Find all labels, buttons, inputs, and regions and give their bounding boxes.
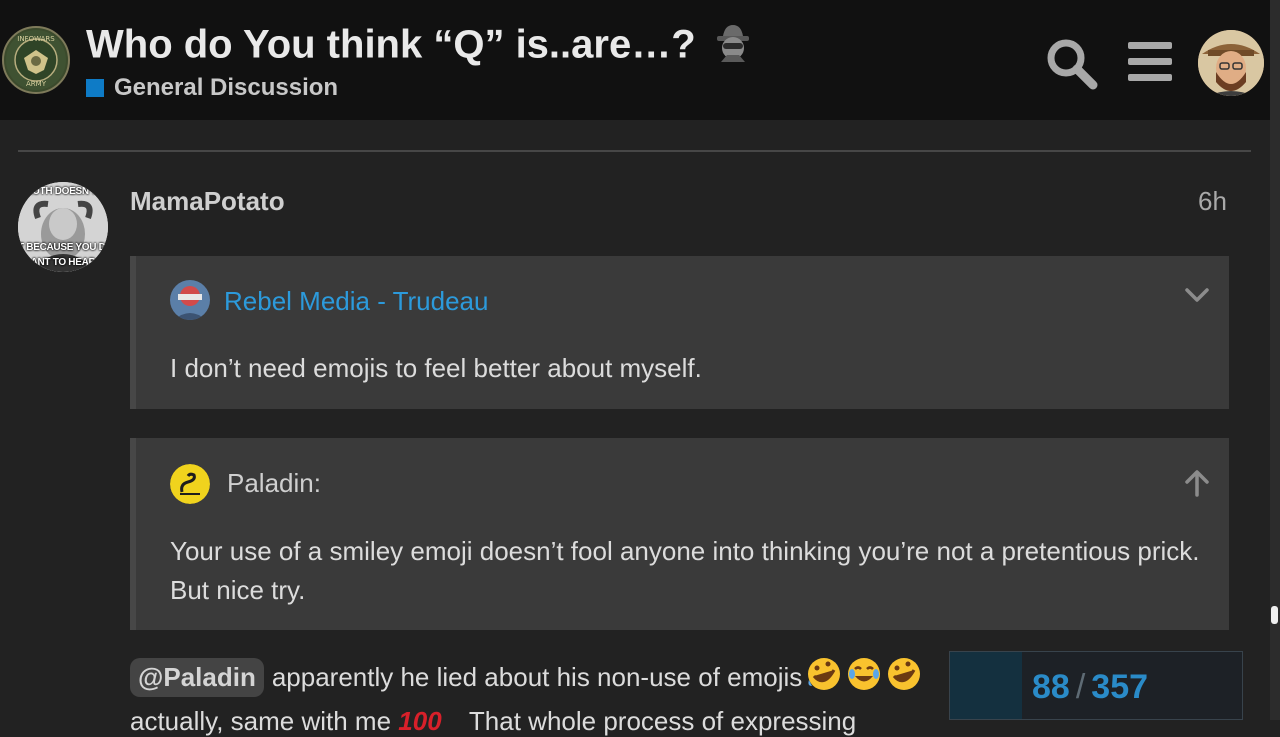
post-divider	[18, 150, 1251, 152]
progress-current: 88	[1032, 668, 1070, 706]
quote-author-avatar[interactable]	[170, 464, 210, 504]
category-label: General Discussion	[114, 74, 339, 101]
progress-total: 357	[1091, 668, 1149, 706]
hundred-points-icon: 100	[398, 706, 442, 736]
avatar-caption-top: TRUTH DOESN'T C	[19, 186, 107, 197]
site-logo[interactable]: INFOWARS ARMY	[2, 26, 70, 94]
rofl-icon	[806, 656, 842, 699]
arrow-up-icon	[1185, 470, 1209, 497]
quote-source-avatar	[170, 280, 210, 320]
quote-source-link[interactable]: Rebel Media - Trudeau	[224, 286, 488, 317]
user-mention[interactable]: @Paladin	[130, 658, 264, 697]
quote-block: Rebel Media - Trudeau I don’t need emoji…	[130, 256, 1229, 409]
svg-text:INFOWARS: INFOWARS	[17, 35, 55, 43]
progress-fill	[950, 652, 1022, 719]
go-to-quoted-post-button[interactable]	[1182, 468, 1212, 498]
scrollbar-thumb[interactable]	[1271, 606, 1278, 624]
topic-title-text: Who do You think “Q” is..are…?	[86, 22, 696, 67]
spy-icon	[713, 22, 753, 72]
post-body-text: apparently he lied about his non-use of …	[271, 662, 803, 692]
avatar-caption-bottom-2: ANT TO HEAR	[30, 257, 96, 268]
quote-author-name: Paladin:	[227, 468, 321, 498]
progress-counter: 88/357	[1032, 668, 1148, 707]
joy-icon	[846, 656, 882, 699]
avatar-caption-bottom: T BECAUSE YOU DO	[18, 242, 108, 253]
topic-header: INFOWARS ARMY Who do You think “Q” is..a…	[0, 0, 1270, 120]
rofl-icon	[886, 656, 922, 699]
category-badge[interactable]: General Discussion	[86, 74, 338, 102]
post-body-line: @Paladin apparently he lied about his no…	[130, 656, 922, 699]
expand-quote-button[interactable]	[1182, 280, 1212, 310]
page-scrollbar[interactable]	[1270, 0, 1280, 720]
quote-text: I don’t need emojis to feel better about…	[170, 353, 702, 383]
current-user-avatar[interactable]	[1198, 30, 1264, 96]
category-color-swatch	[86, 79, 104, 97]
post-body-text-3: That whole process of expressing	[468, 706, 857, 736]
progress-separator: /	[1075, 668, 1086, 706]
post-author-avatar[interactable]: TRUTH DOESN'T C T BECAUSE YOU DO ANT TO …	[18, 182, 108, 272]
svg-text:ARMY: ARMY	[26, 80, 47, 88]
search-button[interactable]	[1044, 36, 1098, 90]
post-username[interactable]: MamaPotato	[130, 186, 285, 217]
quote-block: Paladin: Your use of a smiley emoji does…	[130, 438, 1229, 630]
hamburger-menu-button[interactable]	[1126, 38, 1176, 86]
topic-title[interactable]: Who do You think “Q” is..are…?	[86, 22, 753, 72]
user-avatar-image	[1198, 30, 1264, 96]
infowars-army-logo: INFOWARS ARMY	[6, 30, 66, 90]
topic-progress-widget[interactable]: 88/357	[949, 651, 1243, 720]
search-icon	[1047, 39, 1098, 90]
post-body-line-2: actually, same with me 100 That whole pr…	[130, 706, 856, 737]
post-timestamp[interactable]: 6h	[1198, 186, 1227, 217]
hamburger-menu-icon	[1128, 42, 1172, 81]
post-body-text-2: actually, same with me	[130, 706, 392, 736]
chevron-down-icon	[1185, 288, 1209, 302]
quote-text: Your use of a smiley emoji doesn’t fool …	[170, 536, 1200, 605]
